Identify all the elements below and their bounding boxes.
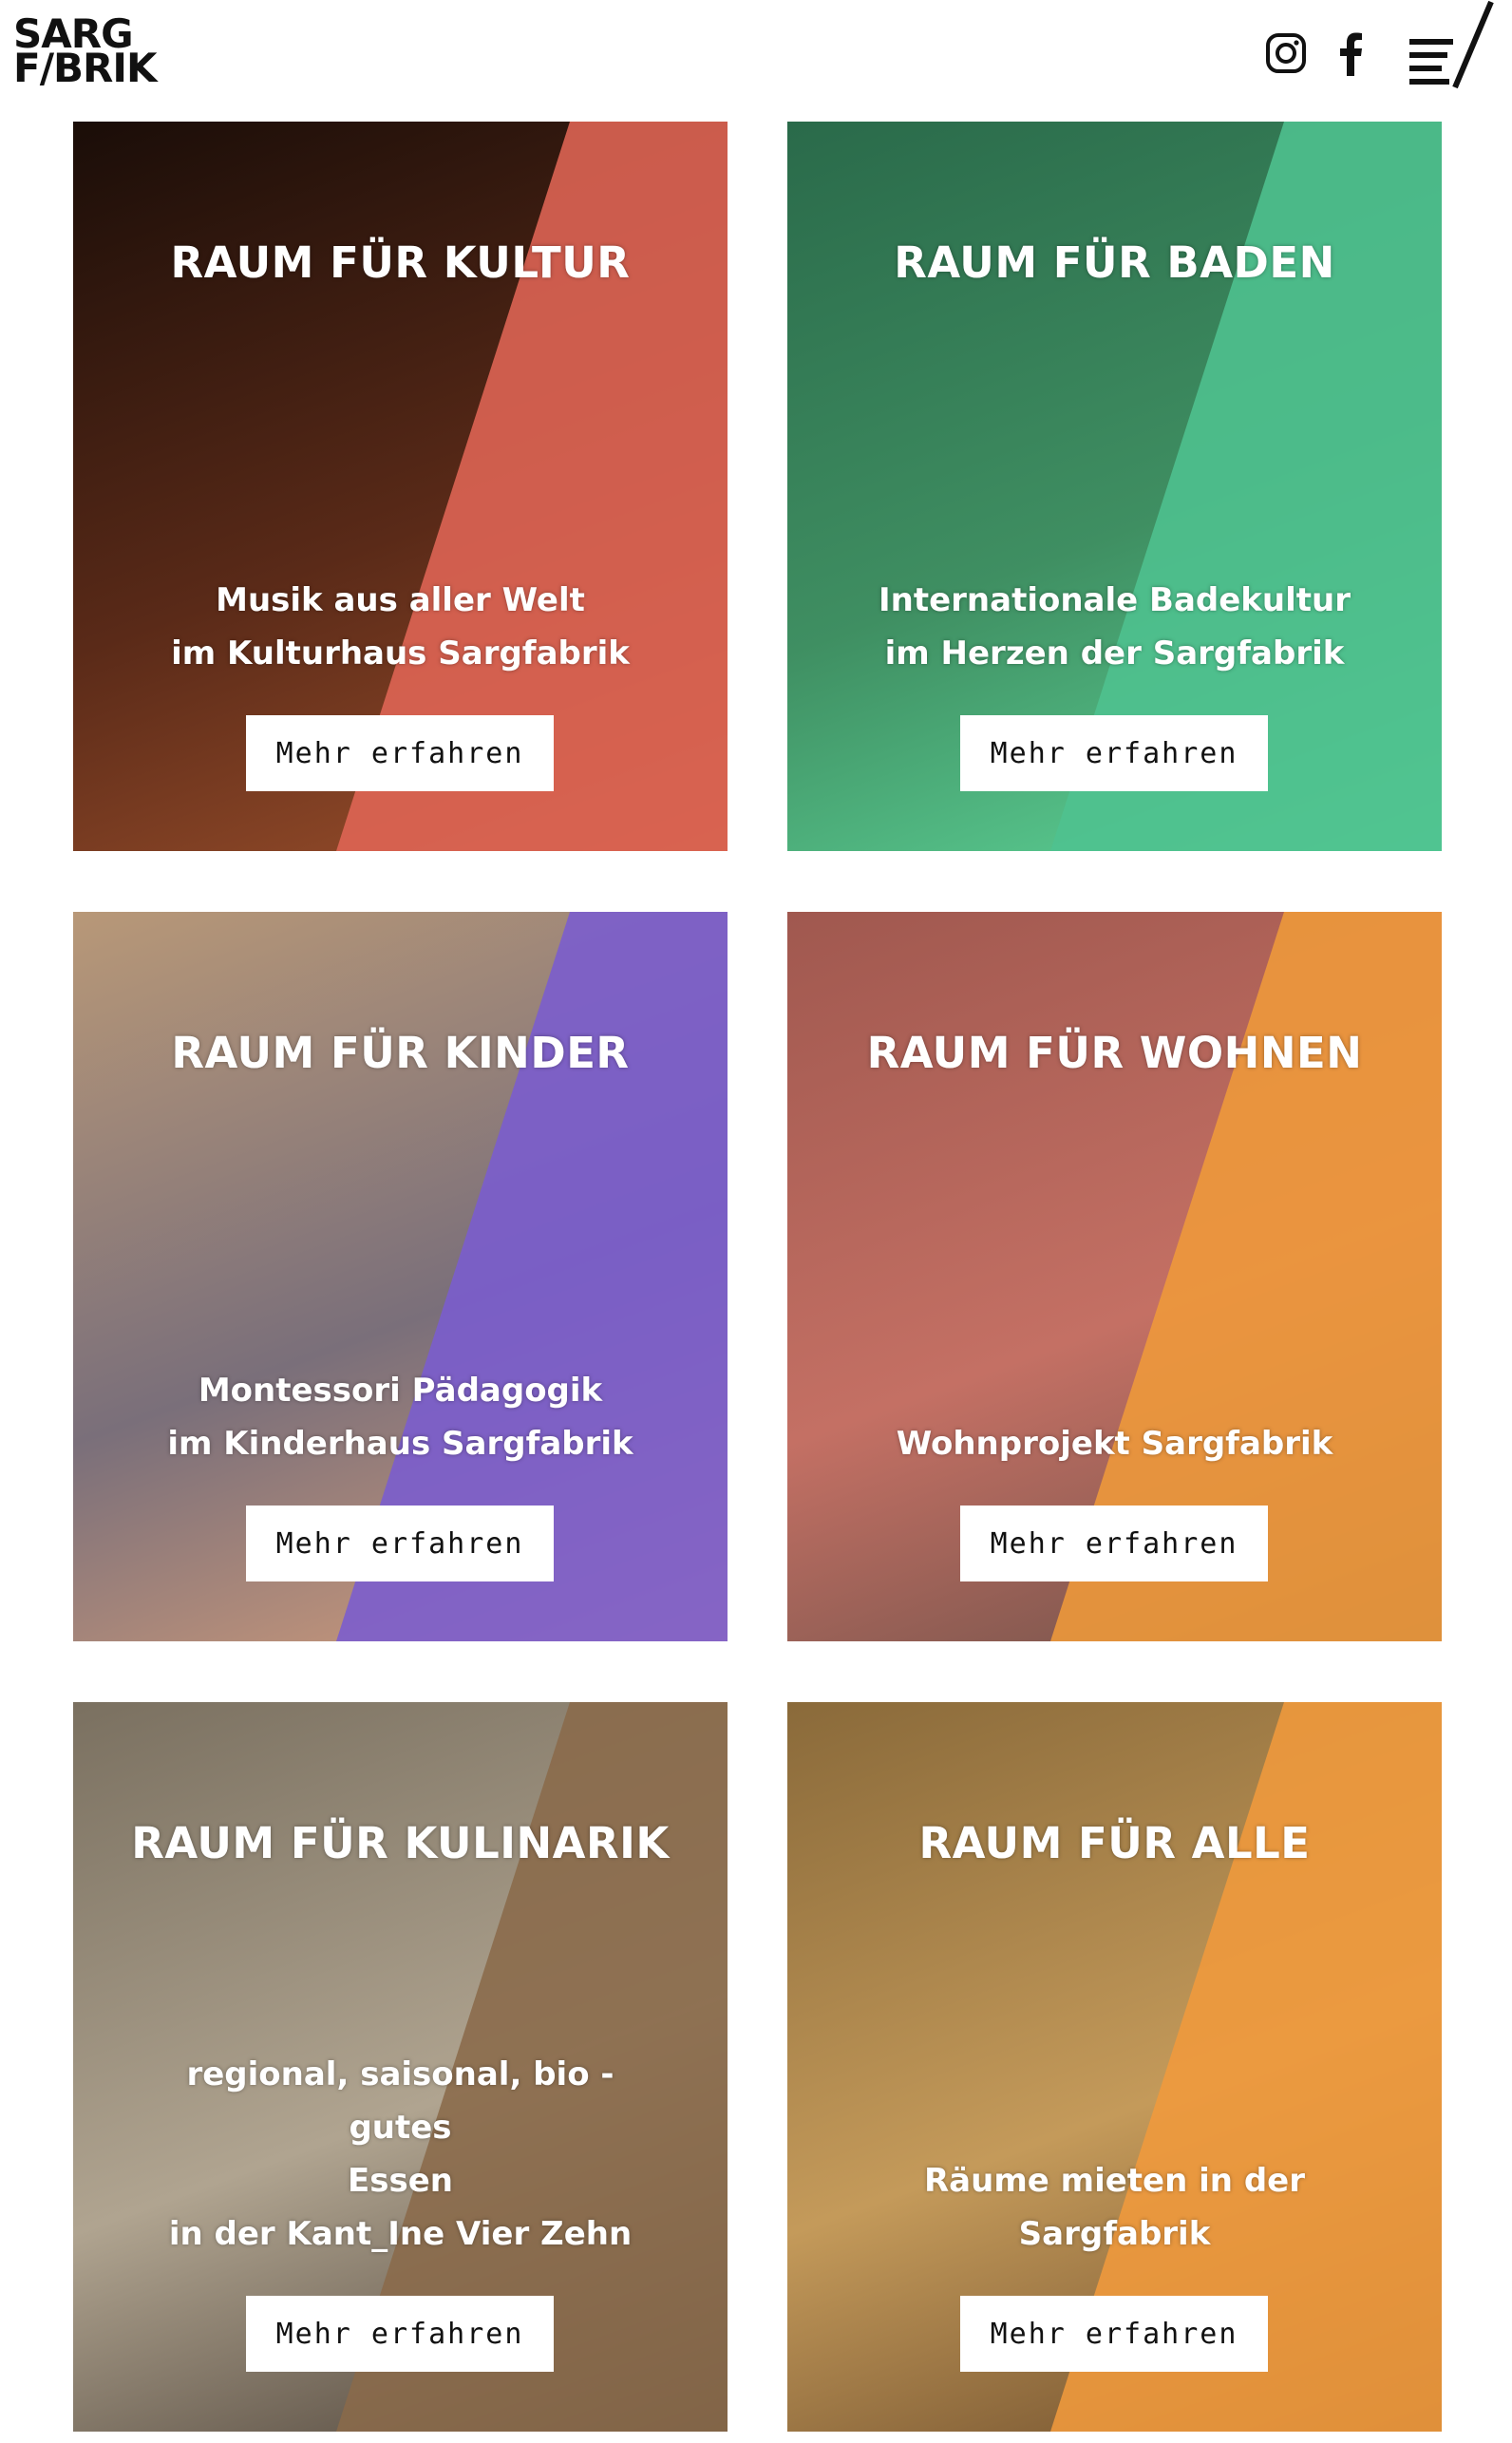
card-subtitle-line: Musik aus aller Welt	[216, 581, 585, 619]
card-subtitle-line: Montessori Pädagogik	[198, 1372, 603, 1410]
card-subtitle: regional, saisonal, bio - gutes Essen in…	[130, 2048, 671, 2261]
card-alle[interactable]: RAUM FÜR ALLE Räume mieten in der Sargfa…	[787, 1702, 1442, 2432]
card-title: RAUM FÜR KULTUR	[170, 237, 631, 288]
card-subtitle-line: in der Kant_Ine Vier Zehn	[168, 2215, 633, 2253]
card-subtitle: Musik aus aller Welt im Kulturhaus Sargf…	[130, 574, 671, 680]
card-subtitle-line: Räume mieten in der Sargfabrik	[923, 2162, 1305, 2253]
mehr-erfahren-button[interactable]: Mehr erfahren	[960, 715, 1268, 791]
card-kinder[interactable]: RAUM FÜR KINDER Montessori Pädagogik im …	[73, 912, 728, 1641]
card-subtitle-line: Wohnprojekt Sargfabrik	[896, 1425, 1333, 1463]
card-subtitle-line: im Kinderhaus Sargfabrik	[167, 1425, 633, 1463]
mehr-erfahren-button[interactable]: Mehr erfahren	[246, 715, 554, 791]
card-title: RAUM FÜR BADEN	[894, 237, 1335, 288]
card-subtitle-line: Internationale Badekultur	[878, 581, 1351, 619]
card-subtitle: Räume mieten in der Sargfabrik	[844, 2154, 1385, 2261]
card-title: RAUM FÜR WOHNEN	[866, 1028, 1363, 1078]
mehr-erfahren-button[interactable]: Mehr erfahren	[960, 2296, 1268, 2372]
card-subtitle-line: regional, saisonal, bio - gutes	[186, 2055, 614, 2147]
card-subtitle: Internationale Badekultur im Herzen der …	[844, 574, 1385, 680]
card-kultur[interactable]: RAUM FÜR KULTUR Musik aus aller Welt im …	[73, 122, 728, 851]
card-baden[interactable]: RAUM FÜR BADEN Internationale Badekultur…	[787, 122, 1442, 851]
card-subtitle-line: im Kulturhaus Sargfabrik	[171, 634, 630, 672]
card-subtitle-line: im Herzen der Sargfabrik	[884, 634, 1345, 672]
card-title: RAUM FÜR KINDER	[171, 1028, 630, 1078]
mehr-erfahren-button[interactable]: Mehr erfahren	[246, 2296, 554, 2372]
card-kulinarik[interactable]: RAUM FÜR KULINARIK regional, saisonal, b…	[73, 1702, 728, 2432]
card-wohnen[interactable]: RAUM FÜR WOHNEN Wohnprojekt Sargfabrik M…	[787, 912, 1442, 1641]
card-subtitle: Montessori Pädagogik im Kinderhaus Sargf…	[130, 1364, 671, 1470]
mehr-erfahren-button[interactable]: Mehr erfahren	[960, 1506, 1268, 1581]
card-subtitle-line: Essen	[348, 2162, 453, 2200]
card-title: RAUM FÜR ALLE	[918, 1818, 1311, 1868]
card-subtitle: Wohnprojekt Sargfabrik	[844, 1417, 1385, 1470]
mehr-erfahren-button[interactable]: Mehr erfahren	[246, 1506, 554, 1581]
card-title: RAUM FÜR KULINARIK	[131, 1818, 670, 1868]
cards-grid: RAUM FÜR KULTUR Musik aus aller Welt im …	[0, 0, 1512, 2443]
